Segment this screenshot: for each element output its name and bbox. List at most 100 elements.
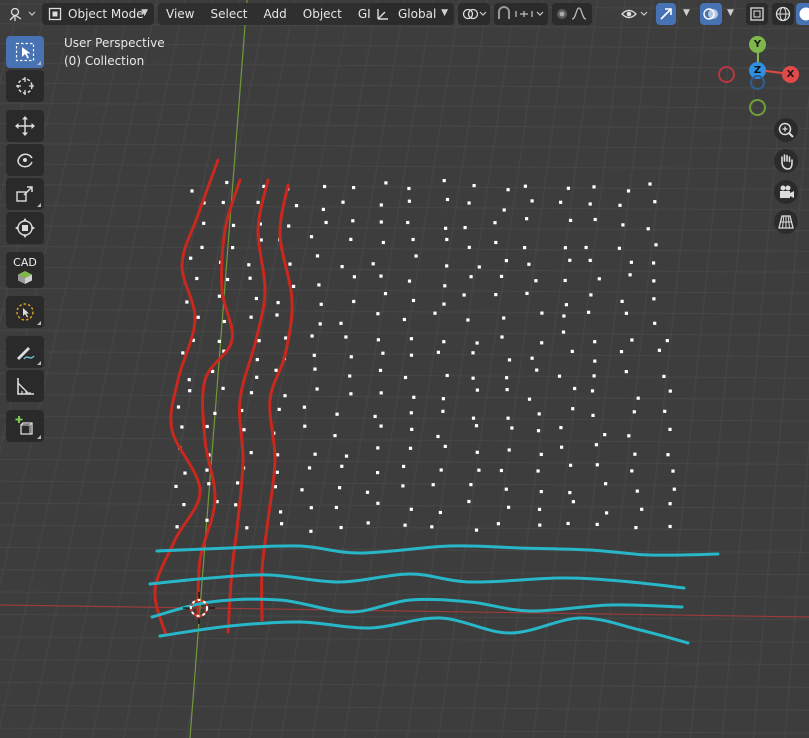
navigation-gizmo[interactable]: Y X Z	[710, 34, 809, 126]
tool-cad-transform[interactable]: CAD	[6, 252, 44, 288]
point-vertex	[376, 312, 380, 316]
cad-label: CAD	[13, 256, 37, 269]
gizmo-x-axis[interactable]: X	[782, 66, 799, 83]
header-menu-bar: View Select Add Object GIS	[158, 3, 387, 25]
snapping-group[interactable]	[494, 3, 548, 25]
tool-select-box[interactable]	[6, 36, 44, 68]
gizmo-neg-x-axis[interactable]	[718, 66, 735, 83]
point-vertex	[624, 370, 628, 374]
point-vertex	[412, 395, 416, 399]
point-vertex	[340, 464, 344, 468]
menu-add[interactable]: Add	[256, 3, 295, 25]
point-vertex	[540, 341, 544, 345]
point-vertex	[507, 358, 512, 362]
solid-sphere-icon	[799, 7, 809, 21]
viewport-scene[interactable]	[0, 0, 809, 738]
point-vertex	[537, 412, 541, 416]
point-vertex	[618, 203, 622, 207]
3d-viewport[interactable]	[0, 0, 809, 738]
snap-magnet-icon	[498, 6, 544, 19]
point-vertex	[294, 204, 299, 208]
perspective-toggle-button[interactable]	[774, 210, 798, 234]
point-vertex	[321, 207, 325, 211]
tool-move[interactable]	[6, 110, 44, 142]
point-vertex	[384, 181, 388, 185]
point-vertex	[407, 279, 412, 283]
point-vertex	[403, 523, 407, 527]
tool-transform[interactable]	[6, 212, 44, 244]
tool-annotate[interactable]	[6, 336, 44, 368]
point-vertex	[303, 424, 307, 428]
point-vertex	[593, 359, 597, 363]
point-vertex	[564, 303, 568, 307]
point-vertex	[324, 220, 328, 225]
camera-view-button[interactable]	[774, 180, 798, 204]
point-vertex	[477, 265, 481, 269]
pan-button[interactable]	[774, 149, 798, 173]
gizmo-y-axis[interactable]: Y	[749, 36, 766, 53]
point-vertex	[652, 297, 656, 301]
scale-icon	[16, 186, 33, 202]
menu-view[interactable]: View	[158, 3, 202, 25]
gizmo-dropdown[interactable]: ▼	[678, 3, 696, 25]
tool-measure[interactable]	[6, 370, 44, 402]
gizmo-neg-y-axis[interactable]	[749, 99, 766, 116]
tool-variants-indicator	[37, 321, 41, 325]
point-vertex	[534, 279, 538, 283]
cyan-curve	[158, 616, 690, 645]
tool-cursor[interactable]	[6, 70, 44, 102]
point-vertex	[402, 317, 406, 322]
point-vertex	[174, 484, 178, 488]
point-vertex	[407, 199, 411, 203]
transform-orientation-dropdown[interactable]: Global ▼	[370, 3, 454, 25]
point-vertex	[587, 310, 591, 314]
chevron-down-icon: ▼	[141, 8, 148, 18]
tool-select-circle[interactable]	[6, 296, 44, 328]
point-vertex	[247, 263, 251, 267]
shading-wireframe-button[interactable]	[772, 3, 794, 25]
overlays-dropdown[interactable]: ▼	[722, 3, 740, 25]
point-vertex	[376, 471, 380, 475]
annotate-pencil-icon	[17, 347, 35, 360]
point-vertex	[433, 311, 437, 315]
overlays-toggle-button[interactable]	[700, 3, 722, 25]
point-vertex	[629, 260, 633, 264]
point-vertex	[527, 262, 531, 266]
visibility-dropdown[interactable]	[618, 3, 652, 25]
point-vertex	[592, 374, 596, 378]
tool-add-cube[interactable]	[6, 410, 44, 442]
point-vertex	[409, 507, 413, 511]
editor-type-button[interactable]	[4, 3, 38, 25]
point-vertex	[663, 409, 667, 413]
point-vertex	[605, 511, 609, 515]
gizmo-neg-z-axis[interactable]	[750, 75, 765, 90]
pivot-point-dropdown[interactable]	[458, 3, 490, 25]
tool-scale[interactable]	[6, 178, 44, 210]
xray-toggle-button[interactable]	[746, 3, 768, 25]
point-vertex	[242, 428, 246, 432]
point-vertex	[248, 276, 252, 280]
shading-solid-button[interactable]	[796, 3, 809, 25]
point-vertex	[309, 506, 313, 510]
point-vertex	[221, 200, 225, 205]
point-vertex	[411, 298, 416, 303]
zoom-button[interactable]	[774, 118, 798, 142]
move-icon	[15, 116, 35, 136]
point-vertex	[187, 378, 191, 382]
point-vertex	[249, 315, 253, 319]
proportional-editing-group[interactable]	[552, 3, 592, 25]
menu-object[interactable]: Object	[295, 3, 350, 25]
menu-select[interactable]: Select	[202, 3, 255, 25]
point-vertex	[431, 483, 435, 487]
tool-rotate[interactable]	[6, 144, 44, 176]
mode-dropdown[interactable]: Object Mode ▼	[42, 3, 154, 25]
point-vertex	[217, 294, 221, 298]
chevron-down-icon: ▼	[441, 8, 448, 18]
gizmo-toggle-button[interactable]	[656, 3, 676, 25]
point-vertex	[441, 397, 445, 401]
point-vertex	[467, 201, 471, 205]
point-vertex	[338, 486, 342, 490]
point-vertex	[539, 452, 543, 456]
point-vertex	[463, 226, 467, 230]
point-vertex	[439, 468, 443, 472]
